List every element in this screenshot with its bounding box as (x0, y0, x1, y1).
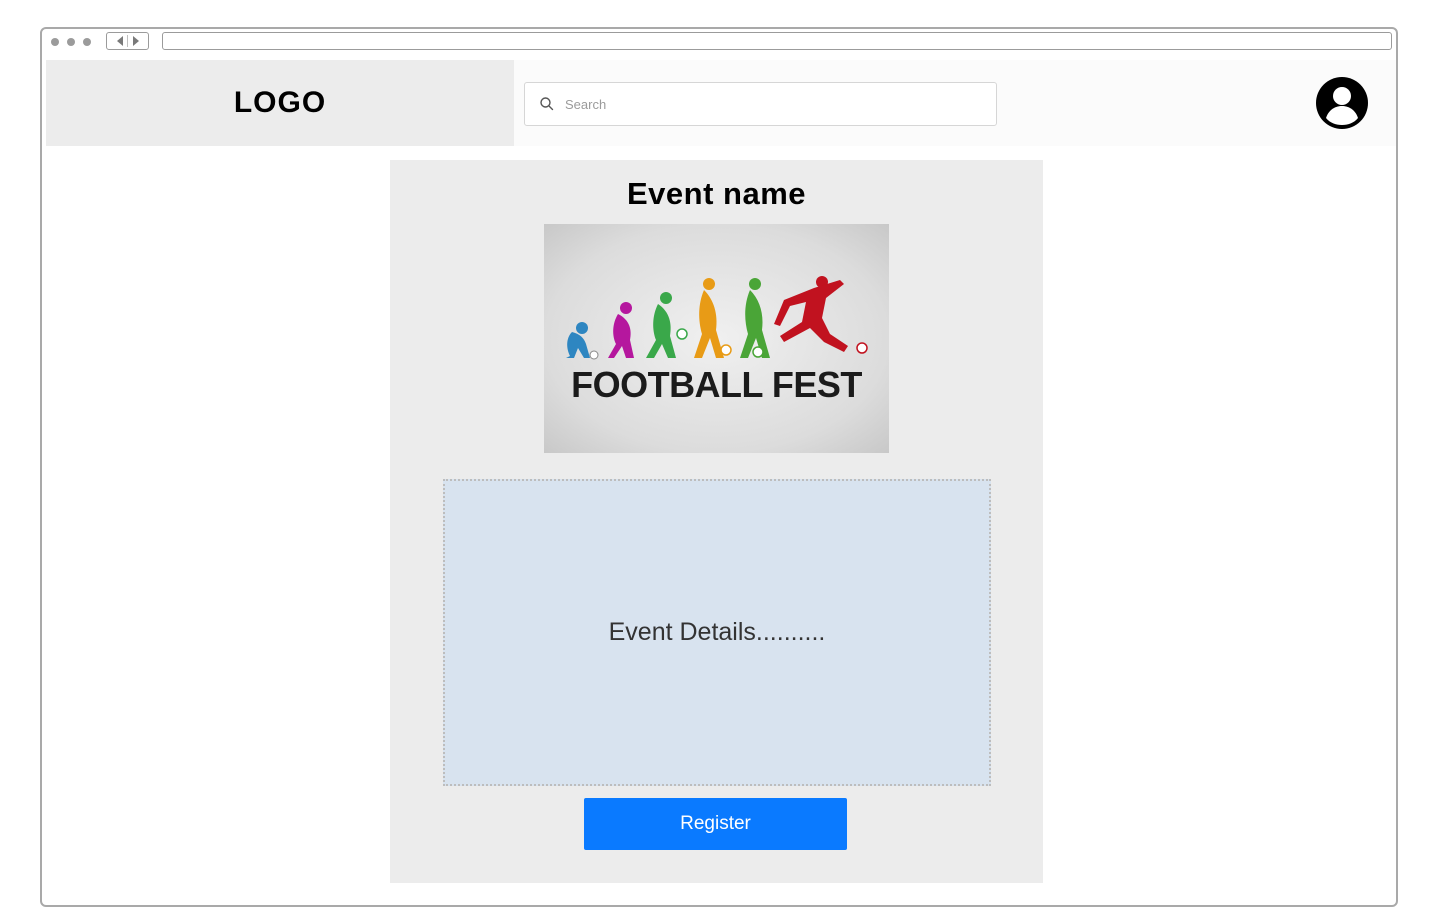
register-button[interactable]: Register (584, 798, 847, 850)
window-dot-icon (67, 38, 75, 46)
logo-text: LOGO (233, 86, 327, 119)
event-details-text: Event Details.......... (608, 618, 826, 646)
browser-chrome (42, 29, 1396, 59)
event-details-box: Event Details.......... (443, 479, 991, 786)
browser-window: LOGO Event name (40, 27, 1398, 907)
search-input[interactable] (565, 96, 965, 112)
logo-box[interactable]: LOGO (46, 60, 514, 146)
event-card: Event name FOOTBALL FEST Event Details..… (390, 160, 1043, 883)
event-image-caption: FOOTBALL FEST (571, 364, 862, 405)
back-arrow-icon[interactable] (117, 36, 123, 46)
address-bar[interactable] (162, 32, 1392, 50)
window-dot-icon (51, 38, 59, 46)
event-image: FOOTBALL FEST (544, 224, 889, 453)
forward-arrow-icon[interactable] (133, 36, 139, 46)
event-title: Event name (626, 176, 806, 211)
search-icon (540, 97, 554, 111)
window-dot-icon (83, 38, 91, 46)
search-box[interactable] (524, 82, 997, 126)
nav-arrows (106, 32, 149, 50)
user-circle-icon[interactable] (1315, 76, 1369, 130)
nav-separator (127, 35, 128, 47)
evolution-figures-graphic (566, 276, 868, 360)
